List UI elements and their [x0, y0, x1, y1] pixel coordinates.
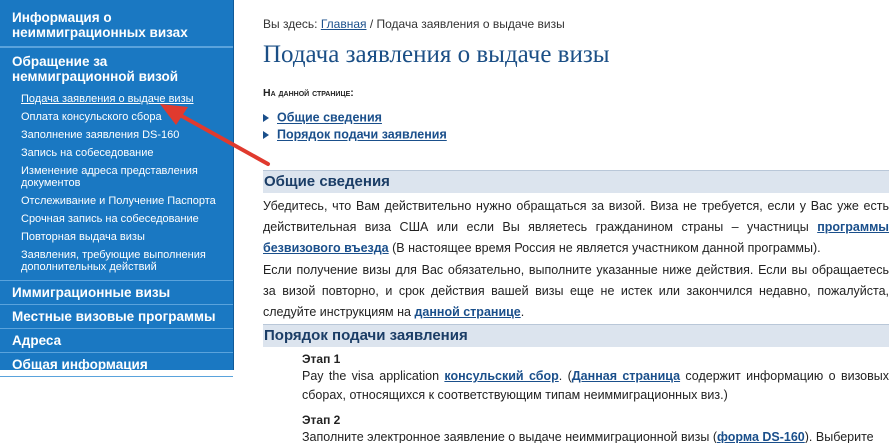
sidebar-subitem-address-change[interactable]: Изменение адреса представления документо… — [0, 162, 233, 192]
step-2-text: Заполните электронное заявление о выдаче… — [302, 428, 889, 443]
breadcrumb-prefix: Вы здесь: — [263, 17, 318, 31]
general-text: Убедитесь, что Вам действительно нужно о… — [263, 199, 889, 234]
toc-item-procedure: Порядок подачи заявления — [263, 127, 447, 142]
step-text: Заполните электронное заявление о выдаче… — [302, 430, 717, 443]
toc-link-general[interactable]: Общие сведения — [277, 111, 382, 125]
triangle-right-icon — [263, 130, 269, 139]
main-content: Вы здесь: Главная / Подача заявления о в… — [263, 0, 890, 443]
breadcrumb-current: Подача заявления о выдаче визы — [376, 17, 565, 31]
sidebar-section-addresses[interactable]: Адреса — [0, 329, 233, 353]
step-1-text: Pay the visa application консульский сбо… — [302, 367, 889, 405]
general-text: . — [520, 305, 525, 319]
sidebar-subitem-expedite[interactable]: Срочная запись на собеседование — [0, 210, 233, 228]
sidebar-subitem-ds160[interactable]: Заполнение заявления DS-160 — [0, 126, 233, 144]
sidebar-section-nonimmigrant-info[interactable]: Информация о неиммиграционных визах — [0, 0, 233, 47]
breadcrumb-home-link[interactable]: Главная — [321, 17, 367, 31]
step-text: Pay the visa application — [302, 369, 445, 383]
sidebar-section-local-programs[interactable]: Местные визовые программы — [0, 305, 233, 329]
sidebar-subitem-label: Подача заявления о выдаче визы — [21, 93, 194, 105]
section-heading-procedure: Порядок подачи заявления — [263, 324, 889, 347]
toc-link-procedure[interactable]: Порядок подачи заявления — [277, 128, 447, 142]
section-heading-general: Общие сведения — [263, 170, 889, 193]
sidebar-subitem-tracking[interactable]: Отслеживание и Получение Паспорта — [0, 192, 233, 210]
this-page-link[interactable]: данной странице — [414, 305, 520, 319]
general-paragraph-1: Убедитесь, что Вам действительно нужно о… — [263, 196, 889, 259]
sidebar-subitem-reissue[interactable]: Повторная выдача визы — [0, 228, 233, 246]
sidebar-section-apply-nonimmigrant[interactable]: Обращение за неммиграционной визой — [0, 47, 233, 89]
step-text: ). Выберите — [804, 430, 874, 443]
sidebar-subitem-interview[interactable]: Запись на собеседование — [0, 144, 233, 162]
consular-fee-link[interactable]: консульский сбор — [444, 369, 558, 383]
on-page-label: На данной странице: — [263, 87, 354, 99]
sidebar-subitem-apply[interactable]: Подача заявления о выдаче визы — [0, 89, 233, 108]
step-1-label: Этап 1 — [302, 352, 341, 366]
sidebar-nav: Информация о неиммиграционных визах Обра… — [0, 0, 234, 377]
sidebar-section-general[interactable]: Общая информация — [0, 353, 233, 377]
step-2-label: Этап 2 — [302, 413, 341, 427]
breadcrumb-separator: / — [366, 17, 377, 31]
triangle-right-icon — [263, 113, 269, 122]
breadcrumb: Вы здесь: Главная / Подача заявления о в… — [263, 17, 565, 31]
step-text: . ( — [558, 369, 572, 383]
sidebar-subitem-administrative[interactable]: Заявления, требующие выполнения дополнит… — [0, 246, 233, 276]
general-text: (В настоящее время Россия не является уч… — [388, 241, 821, 255]
toc-item-general: Общие сведения — [263, 110, 382, 125]
ds160-form-link[interactable]: форма DS-160 — [717, 430, 805, 443]
sidebar-subitems: Подача заявления о выдаче визы Оплата ко… — [0, 89, 233, 281]
sidebar-subitem-fee[interactable]: Оплата консульского сбора — [0, 108, 233, 126]
general-paragraph-2: Если получение визы для Вас обязательно,… — [263, 260, 889, 323]
page-title: Подача заявления о выдаче визы — [263, 41, 610, 68]
sidebar-section-immigrant[interactable]: Иммиграционные визы — [0, 281, 233, 305]
fee-page-link[interactable]: Данная страница — [572, 369, 680, 383]
general-text: Если получение визы для Вас обязательно,… — [263, 263, 889, 319]
